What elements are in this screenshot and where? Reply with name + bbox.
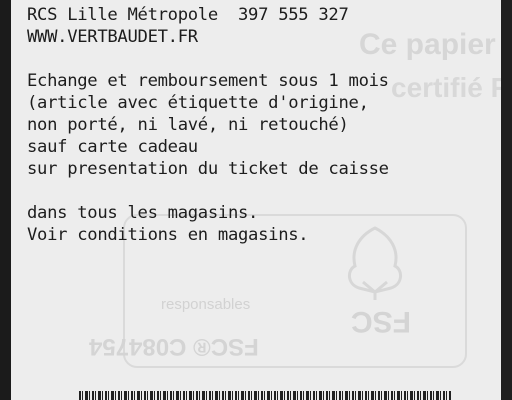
policy-line-2: (article avec étiquette d'origine,: [27, 93, 369, 113]
fsc-code: FSC® C084754: [89, 333, 259, 360]
receipt-paper: Ce papier thermique est certifié FSC® re…: [11, 0, 501, 400]
fsc-logo: FSC: [351, 305, 411, 338]
policy-line-5: sur presentation du ticket de caisse: [27, 159, 389, 179]
policy-line-4: sauf carte cadeau: [27, 137, 198, 157]
barcode: [79, 391, 451, 400]
background-right: [501, 0, 512, 400]
store-line-2: Voir conditions en magasins.: [27, 225, 309, 245]
fsc-caption: responsables: [161, 296, 251, 313]
store-line-1: dans tous les magasins.: [27, 203, 259, 223]
header-line-website: WWW.VERTBAUDET.FR: [27, 27, 198, 47]
header-line-company: RCS Lille Métropole 397 555 327: [27, 5, 349, 25]
policy-line-1: Echange et remboursement sous 1 mois: [27, 71, 389, 91]
background-left: [0, 0, 11, 400]
receipt-text: RCS Lille Métropole 397 555 327 WWW.VERT…: [27, 4, 491, 246]
policy-line-3: non porté, ni lavé, ni retouché): [27, 115, 349, 135]
